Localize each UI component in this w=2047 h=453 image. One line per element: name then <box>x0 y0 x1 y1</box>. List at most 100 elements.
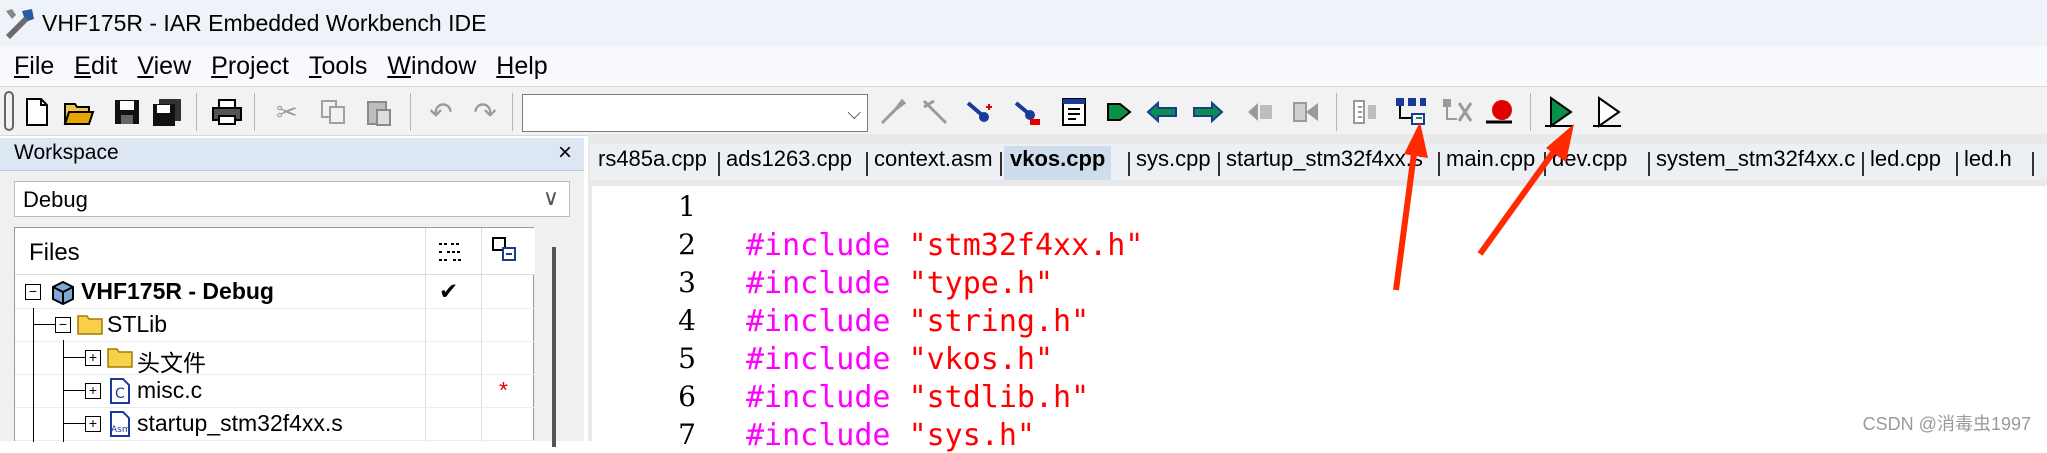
code-line[interactable]: #include "stm32f4xx.h" <box>746 228 1143 263</box>
menu-bar: File Edit View Project Tools Window Help <box>0 46 2047 86</box>
tab-separator <box>866 152 868 176</box>
tab-context[interactable]: context.asm <box>874 146 993 180</box>
project-cube-icon <box>52 280 74 305</box>
tab-led-cpp[interactable]: led.cpp <box>1870 146 1941 180</box>
menu-window[interactable]: Window <box>387 52 476 81</box>
folder-icon <box>77 315 103 335</box>
go-back-icon[interactable] <box>1146 95 1180 129</box>
next-bookmark-icon[interactable] <box>918 95 952 129</box>
menu-edit[interactable]: Edit <box>74 52 117 81</box>
line-number: 1 <box>678 190 696 223</box>
tab-rs485a[interactable]: rs485a.cpp <box>598 146 707 180</box>
tree-row-startup[interactable]: + Asm startup_stm32f4xx.s <box>15 407 535 441</box>
tab-separator <box>1862 152 1864 176</box>
find-combo[interactable]: ⌵ <box>522 94 868 132</box>
save-icon[interactable] <box>110 95 144 129</box>
redo-icon[interactable]: ↷ <box>468 95 502 129</box>
compile-icon[interactable] <box>1244 95 1278 129</box>
options-column-icon[interactable] <box>437 238 463 264</box>
tree-guide-line <box>33 308 34 442</box>
file-tree: Files − VHF175R - Debug ✔ − STLib + 头文件 … <box>14 227 535 442</box>
save-all-icon[interactable] <box>150 95 184 129</box>
tree-row-headers[interactable]: + 头文件 <box>15 341 535 376</box>
tree-connector <box>63 390 85 391</box>
toolbar-separator <box>196 93 197 131</box>
document-icon[interactable] <box>1058 95 1092 129</box>
tree-connector <box>63 423 85 424</box>
go-forward-icon[interactable] <box>1190 95 1224 129</box>
code-line[interactable]: #include "stdlib.h" <box>746 380 1089 415</box>
line-number: 6 <box>678 380 696 413</box>
modified-star-icon: * <box>499 377 508 403</box>
svg-text:Asm: Asm <box>111 425 131 435</box>
scrollbar-thumb[interactable] <box>552 247 556 447</box>
folder-label-headers: 头文件 <box>137 350 206 376</box>
workspace-scrollbar[interactable] <box>544 227 570 447</box>
close-icon[interactable]: × <box>558 139 572 167</box>
debug-without-download-outline-icon[interactable] <box>1590 95 1624 129</box>
code-line[interactable]: #include "string.h" <box>746 304 1089 339</box>
checkmark-icon: ✔ <box>439 278 459 304</box>
open-folder-icon[interactable] <box>62 95 96 129</box>
menu-help[interactable]: Help <box>496 52 547 81</box>
tab-separator <box>1218 152 1220 176</box>
code-line[interactable]: #include "type.h" <box>746 266 1053 301</box>
menu-view[interactable]: View <box>137 52 191 81</box>
configuration-value: Debug <box>23 187 88 212</box>
build-column-icon[interactable] <box>491 236 519 264</box>
stop-build-icon[interactable] <box>1348 95 1382 129</box>
menu-file[interactable]: File <box>14 52 54 81</box>
code-line[interactable]: #include "vkos.h" <box>746 342 1053 377</box>
chevron-down-icon[interactable]: ∨ <box>543 185 559 211</box>
tree-row-misc[interactable]: + C misc.c * <box>15 374 535 408</box>
expand-icon[interactable]: + <box>85 350 101 366</box>
cut-icon[interactable]: ✂ <box>270 95 304 129</box>
expand-icon[interactable]: + <box>85 416 101 432</box>
tab-separator <box>718 152 720 176</box>
navigate-forward-icon[interactable] <box>962 95 996 129</box>
print-icon[interactable] <box>210 95 244 129</box>
line-number: 3 <box>678 266 696 299</box>
toggle-bookmark-icon[interactable] <box>876 95 910 129</box>
line-number: 5 <box>678 342 696 375</box>
tab-system-stm32[interactable]: system_stm32f4xx.c <box>1656 146 1855 180</box>
tab-led-h[interactable]: led.h <box>1964 146 2012 180</box>
tab-sys[interactable]: sys.cpp <box>1136 146 1211 180</box>
expand-icon[interactable]: + <box>85 383 101 399</box>
watermark: CSDN @消毒虫1997 <box>1862 414 2031 434</box>
annotation-arrow-right <box>1477 124 1574 256</box>
paste-icon[interactable] <box>362 95 396 129</box>
svg-text:C: C <box>115 386 125 402</box>
toolbar-separator <box>410 93 411 131</box>
menu-tools[interactable]: Tools <box>309 52 367 81</box>
copy-icon[interactable] <box>316 95 350 129</box>
title-bar: VHF175R - IAR Embedded Workbench IDE <box>0 0 2047 46</box>
find-in-files-icon[interactable] <box>1010 95 1044 129</box>
menu-project[interactable]: Project <box>211 52 289 81</box>
next-arrow-icon[interactable] <box>1102 95 1136 129</box>
tree-guide-line <box>63 340 64 442</box>
toolbar-grip[interactable] <box>4 91 14 131</box>
collapse-icon[interactable]: − <box>25 284 41 300</box>
tree-row-stlib[interactable]: − STLib <box>15 308 535 342</box>
annotation-arrow-left <box>1393 122 1428 291</box>
folder-icon <box>107 348 133 368</box>
toolbar-separator <box>1336 93 1337 131</box>
configuration-select[interactable]: Debug ∨ <box>14 181 570 217</box>
tab-vkos-active[interactable]: vkos.cpp <box>1004 146 1112 180</box>
collapse-icon[interactable]: − <box>55 317 71 333</box>
chevron-down-icon[interactable]: ⌵ <box>847 103 861 124</box>
file-label-startup: startup_stm32f4xx.s <box>137 410 343 436</box>
file-tree-header: Files <box>15 228 535 275</box>
asm-file-icon: Asm <box>110 411 131 437</box>
new-file-icon[interactable] <box>20 95 54 129</box>
file-label-misc: misc.c <box>137 377 203 403</box>
workspace-title: Workspace <box>14 141 119 164</box>
toolbar: ✂ ↶ ↷ ⌵ <box>0 86 2047 136</box>
tab-ads1263[interactable]: ads1263.cpp <box>726 146 852 180</box>
undo-icon[interactable]: ↶ <box>424 95 458 129</box>
files-column-header: Files <box>29 239 80 266</box>
make-icon[interactable] <box>1288 95 1322 129</box>
tree-row-project[interactable]: − VHF175R - Debug ✔ <box>15 275 535 309</box>
code-line[interactable]: #include "sys.h" <box>746 418 1035 453</box>
